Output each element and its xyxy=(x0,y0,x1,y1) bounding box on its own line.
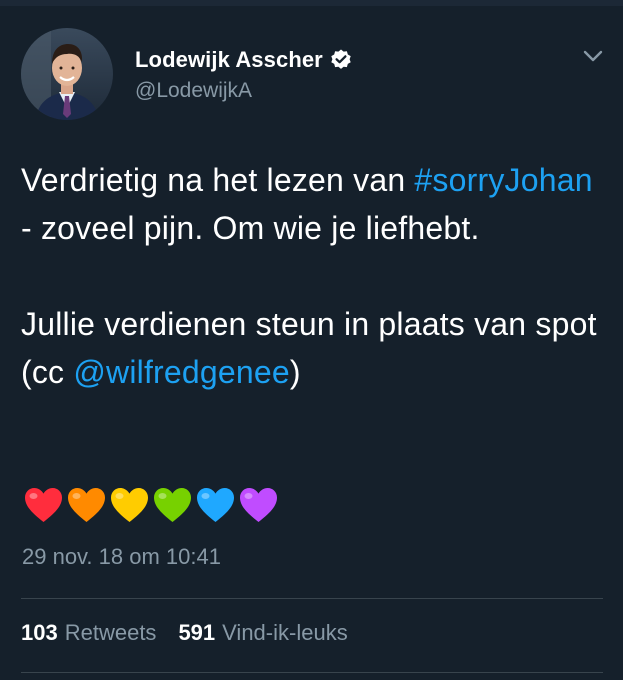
user-handle[interactable]: @LodewijkA xyxy=(135,79,353,103)
heart-emoji-row xyxy=(22,485,280,529)
user-info: Lodewijk Asscher @LodewijkA xyxy=(135,46,353,103)
hashtag-link[interactable]: #sorryJohan xyxy=(414,162,592,198)
retweets-label: Retweets xyxy=(64,620,157,645)
likes-label: Vind-ik-leuks xyxy=(222,620,348,645)
mention-link[interactable]: @wilfredgenee xyxy=(73,354,290,390)
tweet-paragraph: Jullie verdienen steun in plaats van spo… xyxy=(21,306,597,390)
likes-count: 591 xyxy=(178,620,216,645)
tweet-card: Lodewijk Asscher @LodewijkA Verdrietig n… xyxy=(0,6,623,680)
orange-heart-icon xyxy=(65,485,108,525)
yellow-heart-icon xyxy=(108,485,151,525)
likes-stat[interactable]: 591 Vind-ik-leuks xyxy=(178,620,347,646)
display-name[interactable]: Lodewijk Asscher xyxy=(135,47,323,73)
chevron-down-icon[interactable] xyxy=(580,46,606,66)
divider xyxy=(21,598,603,599)
verified-badge-icon xyxy=(329,48,353,72)
retweets-stat[interactable]: 103 Retweets xyxy=(21,620,156,646)
tweet-paragraph: Verdrietig na het lezen van #sorryJohan … xyxy=(21,162,593,246)
retweets-count: 103 xyxy=(21,620,58,645)
purple-heart-icon xyxy=(237,485,280,525)
divider xyxy=(21,672,603,673)
avatar[interactable] xyxy=(21,28,113,120)
blue-heart-icon xyxy=(194,485,237,525)
tweet-timestamp[interactable]: 29 nov. 18 om 10:41 xyxy=(22,544,221,570)
tweet-text: Verdrietig na het lezen van #sorryJohan … xyxy=(21,156,601,396)
red-heart-icon xyxy=(22,485,65,525)
green-heart-icon xyxy=(151,485,194,525)
tweet-stats: 103 Retweets 591 Vind-ik-leuks xyxy=(21,620,348,646)
